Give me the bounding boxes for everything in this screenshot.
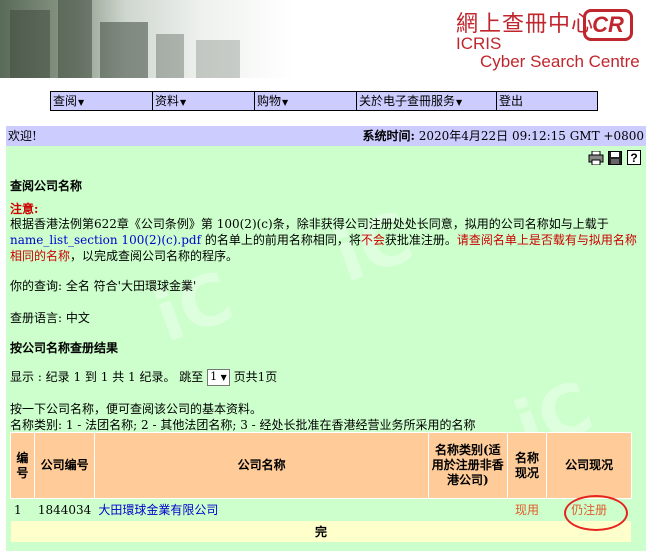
page-title: 查阅公司名称 [10, 179, 83, 193]
cell-company-status: 仍注册 [546, 498, 632, 521]
cell-no: 1 [10, 498, 35, 521]
name-list-pdf-link[interactable]: name_list_section 100(2)(c).pdf [10, 233, 201, 247]
col-header-company-no: 公司编号 [33, 432, 96, 499]
notice-text: 根据香港法例第622章《公司条例》第 100(2)(c)条，除非获得公司注册处处… [10, 216, 642, 264]
pagination-suffix: 页共1页 [233, 370, 278, 384]
chevron-down-icon: ▼ [180, 98, 187, 107]
system-time-value: 2020年4月22日 09:12:15 GMT +0800 [418, 129, 644, 143]
menu-about[interactable]: 关於电子查冊服务▼ [357, 92, 497, 110]
notice-part-1: 根据香港法例第622章《公司条例》第 100(2)(c)条，除非获得公司注册处处… [10, 217, 609, 231]
page-jump-value: 1 [210, 370, 218, 383]
menu-info-label: 资料 [155, 94, 180, 108]
icris-logo[interactable]: 網上查冊中心 CR ICRIS Cyber Search Centre [428, 6, 640, 72]
main-content: iC iC iC ? 查阅公司名称 注意: 根据香港法例第622章《公司条例》第… [6, 146, 646, 551]
table-row: 1 1844034 大田環球金業有限公司 现用 仍注册 [10, 498, 632, 521]
site-banner: 網上查冊中心 CR ICRIS Cyber Search Centre [0, 0, 655, 78]
menu-shopping-label: 购物 [257, 94, 282, 108]
chevron-down-icon: ▼ [456, 98, 463, 107]
notice-part-3: 获批准注册。 [384, 233, 457, 247]
banner-photo [0, 0, 420, 78]
cell-company-no: 1844034 [33, 498, 96, 521]
chevron-down-icon: ▼ [282, 98, 289, 107]
col-header-name-status: 名称现况 [506, 432, 548, 499]
notice-part-2: 的名单上的前用名称相同，将 [201, 233, 361, 247]
welcome-bar: 欢迎! 系统时间: 2020年4月22日 09:12:15 GMT +0800 [6, 126, 646, 146]
menu-logout[interactable]: 登出 [497, 92, 597, 110]
system-time: 系统时间: 2020年4月22日 09:12:15 GMT +0800 [362, 126, 644, 146]
table-end-row: 完 [10, 520, 632, 543]
menu-info[interactable]: 资料▼ [153, 92, 255, 110]
pagination-prefix: 显示 : 纪录 1 到 1 共 1 纪录。 跳至 [10, 370, 204, 384]
search-language: 查册语言: 中文 [10, 311, 90, 325]
table-header-row: 编号 公司编号 公司名称 名称类别(适用於注册非香港公司) 名称现况 公司现况 [10, 432, 632, 499]
system-time-label: 系统时间: [362, 129, 415, 143]
end-label: 完 [10, 520, 632, 543]
cell-name-type [427, 498, 508, 521]
chevron-down-icon: ▼ [78, 98, 85, 107]
main-menu: 查阅▼ 资料▼ 购物▼ 关於电子查冊服务▼ 登出 [50, 91, 598, 111]
menu-shopping[interactable]: 购物▼ [255, 92, 357, 110]
help-icon[interactable]: ? [626, 150, 642, 165]
notice-label: 注意: [10, 202, 39, 216]
logo-cr-mark: CR [583, 9, 633, 41]
page-toolbar: ? [588, 150, 642, 165]
logo-subtitle: Cyber Search Centre [480, 52, 640, 71]
svg-text:?: ? [630, 151, 637, 165]
logo-icris-text: ICRIS [456, 34, 502, 53]
notice-warning-not: 不会 [360, 233, 385, 247]
printer-icon[interactable] [588, 150, 604, 165]
company-name-link[interactable]: 大田環球金業有限公司 [98, 503, 218, 517]
welcome-text: 欢迎! [8, 129, 37, 143]
menu-logout-label: 登出 [499, 94, 524, 108]
cell-name-status: 现用 [506, 498, 548, 521]
page-jump-select[interactable]: 1 ▼ [207, 369, 230, 386]
col-header-no: 编号 [10, 432, 35, 499]
menu-search-label: 查阅 [53, 94, 78, 108]
col-header-name-type: 名称类别(适用於注册非香港公司) [427, 432, 508, 499]
results-title: 按公司名称查册结果 [10, 341, 119, 355]
query-summary: 你的查询: 全名 符合'大田環球金業' [10, 279, 197, 293]
col-header-company-name: 公司名称 [94, 432, 429, 499]
click-hint: 按一下公司名称，便可查阅该公司的基本资料。 [10, 402, 263, 416]
results-table: 编号 公司编号 公司名称 名称类别(适用於注册非香港公司) 名称现况 公司现况 … [10, 432, 632, 543]
name-type-legend: 名称类别: 1 - 法团名称; 2 - 其他法团名称; 3 - 经处长批准在香港… [10, 418, 476, 432]
dropdown-arrow-icon: ▼ [220, 373, 227, 382]
save-icon[interactable] [607, 150, 623, 165]
col-header-company-status: 公司现况 [546, 432, 632, 499]
menu-search[interactable]: 查阅▼ [51, 92, 153, 110]
menu-about-label: 关於电子查冊服务 [359, 94, 456, 108]
notice-part-4: ，以完成查阅公司名称的程序。 [70, 249, 239, 263]
pagination-info: 显示 : 纪录 1 到 1 共 1 纪录。 跳至 1 ▼ 页共1页 [10, 368, 277, 386]
cell-company-name: 大田環球金業有限公司 [94, 498, 429, 521]
